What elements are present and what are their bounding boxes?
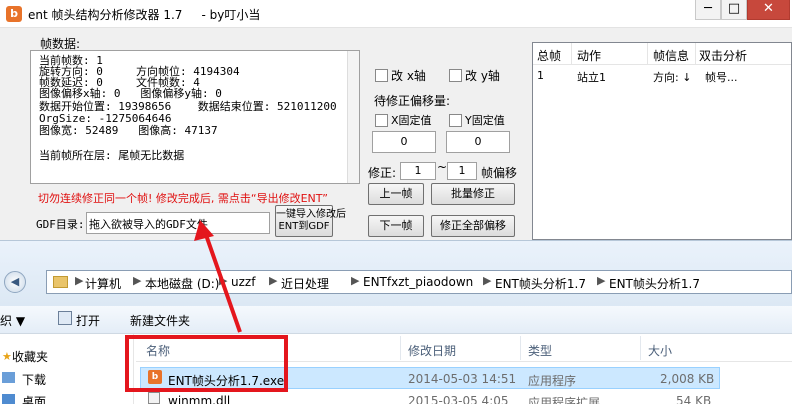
arrow-shaft — [203, 231, 242, 333]
drag-arrow-annotation — [194, 220, 242, 333]
arrow-head — [194, 220, 214, 241]
